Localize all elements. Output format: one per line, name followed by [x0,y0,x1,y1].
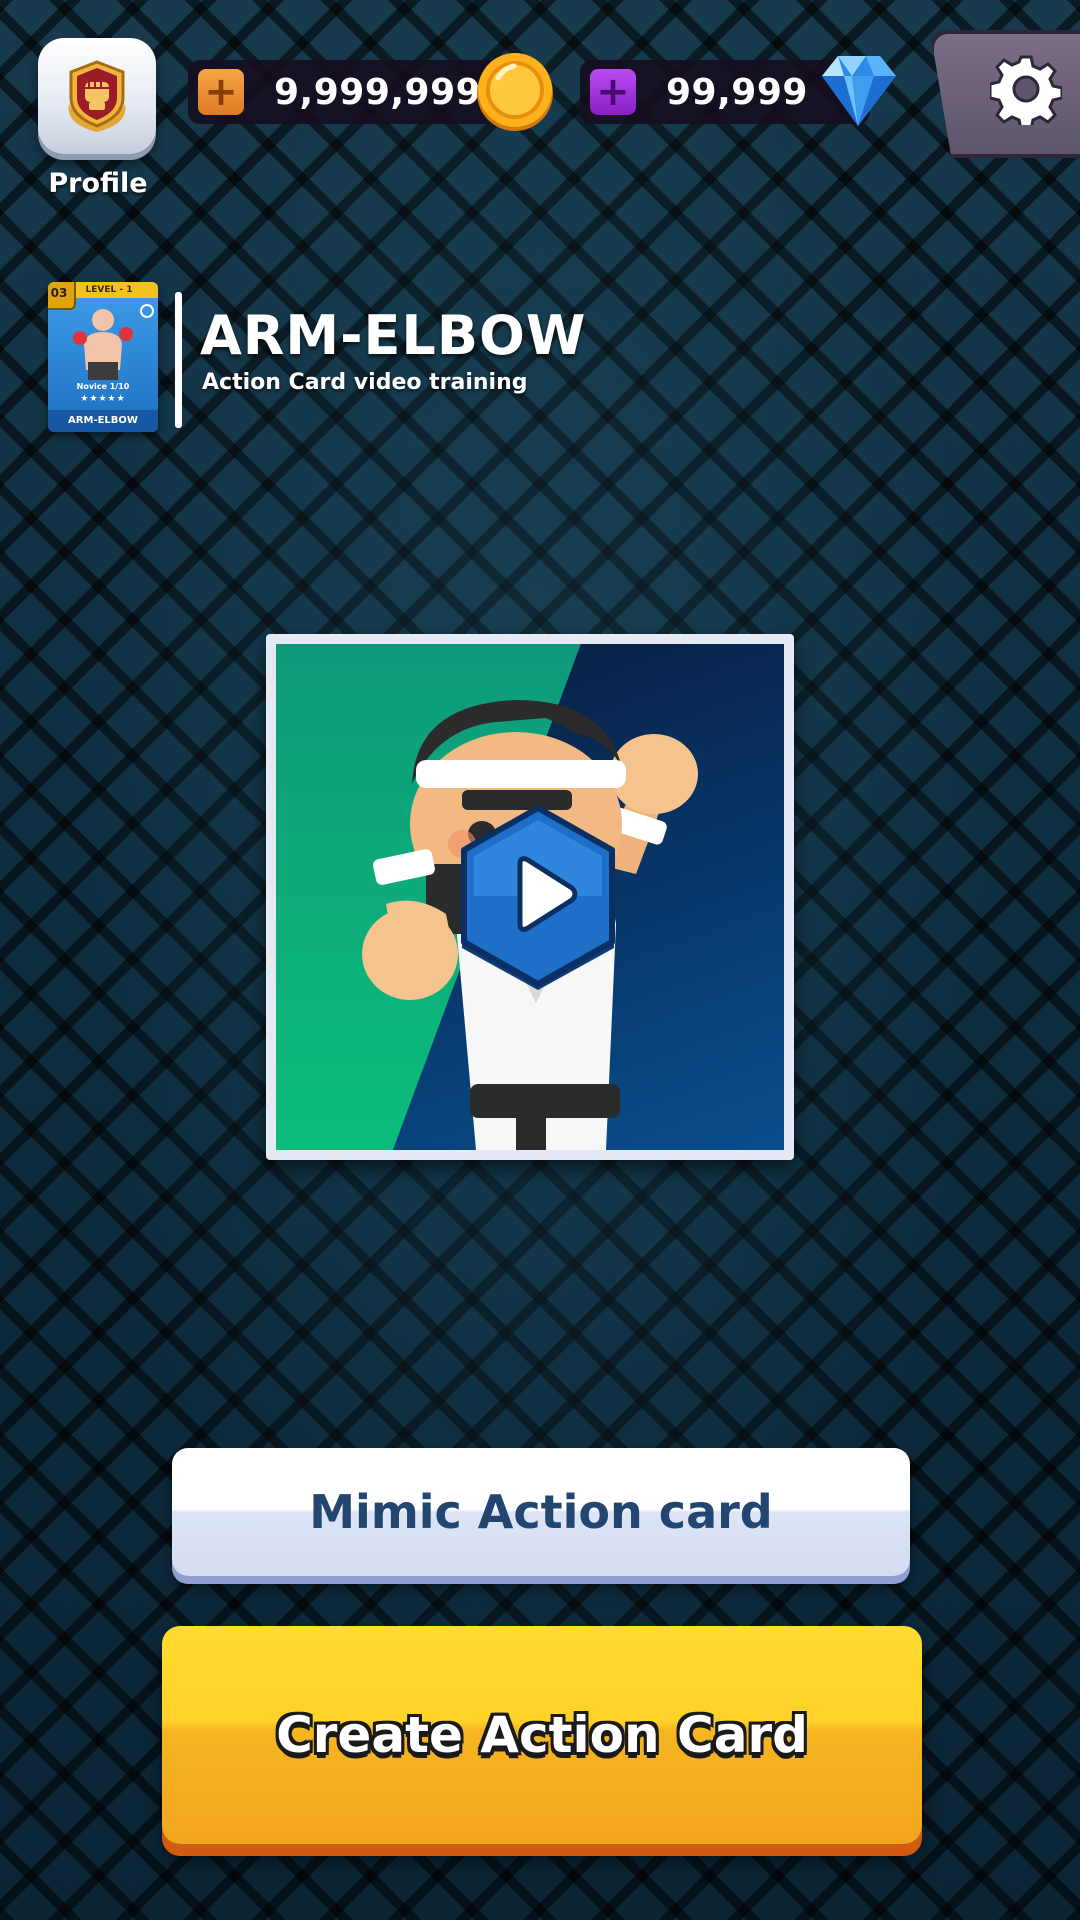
mimic-action-card-button[interactable]: Mimic Action card [172,1448,910,1576]
card-stars: ★★★★★ [80,394,126,404]
play-icon [461,805,615,990]
coins-amount: 9,999,999 [274,71,482,113]
page-title: ARM-ELBOW [200,304,587,367]
gold-coin-icon [477,53,553,131]
card-settings-icon [140,304,154,318]
action-card-thumbnail[interactable]: LEVEL - 1 03 Novice 1/10 ★★★★★ ARM-ELBOW [48,282,158,432]
create-action-card-button[interactable]: Create Action Card [162,1626,922,1844]
video-preview[interactable] [276,644,784,1150]
gems-amount: 99,999 [666,71,808,113]
training-video[interactable] [266,634,794,1160]
gear-icon [990,55,1062,125]
coins-counter[interactable]: + 9,999,999 [188,60,498,124]
profile[interactable]: Profile [38,38,158,199]
profile-label: Profile [48,168,148,199]
profile-button[interactable] [38,38,156,154]
add-gems-button[interactable]: + [590,69,636,115]
page-subtitle: Action Card video training [202,370,528,395]
card-tier: Novice 1/10 [76,382,130,391]
fist-emblem-icon [68,60,126,132]
settings-button[interactable] [930,30,1080,158]
play-button[interactable] [454,805,622,996]
card-name: ARM-ELBOW [48,410,158,432]
blue-diamond-icon [822,56,896,126]
add-coins-button[interactable]: + [198,69,244,115]
fighter-icon [73,309,133,380]
header-divider [175,292,182,428]
